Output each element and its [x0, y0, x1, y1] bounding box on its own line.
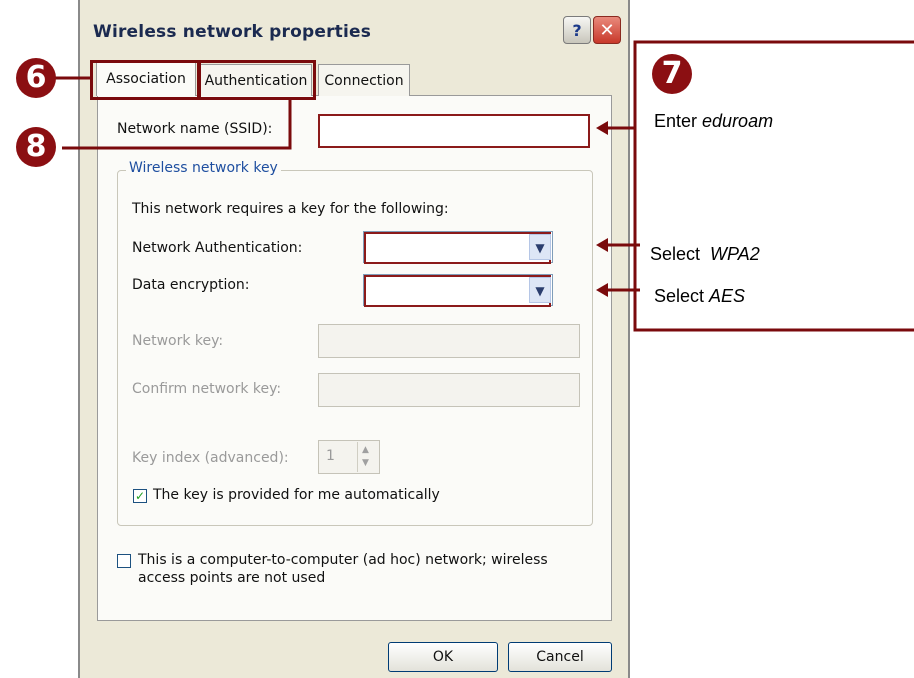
auth-arrow-head	[596, 238, 608, 252]
step8-badge: 8	[16, 127, 56, 167]
step6-badge: 6	[16, 58, 56, 98]
association-tab-highlight	[90, 60, 200, 100]
step7-badge: 7	[652, 54, 692, 94]
annotation-lines	[55, 40, 914, 332]
ssid-arrow-head	[596, 121, 608, 135]
step8-connector	[62, 98, 292, 150]
ssid-instruction: Enter eduroam	[654, 111, 774, 131]
enc-instruction: Select AES	[654, 286, 746, 306]
auth-instruction: Select WPA2	[650, 244, 760, 264]
enc-arrow-head	[596, 283, 608, 297]
authentication-tab-highlight	[198, 60, 316, 100]
